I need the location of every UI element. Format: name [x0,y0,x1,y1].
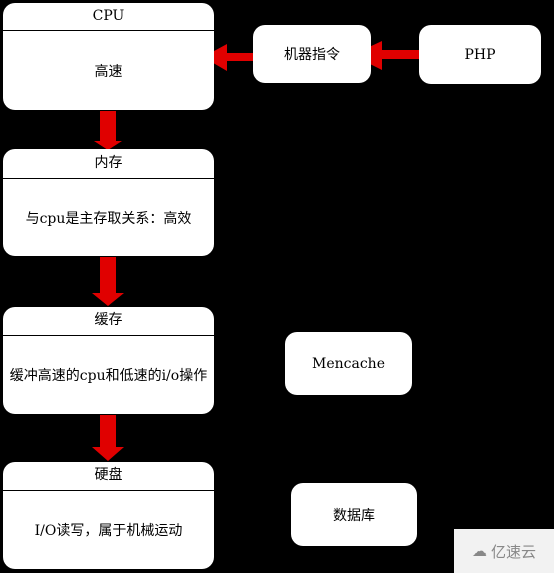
cpu-title: CPU [3,3,214,31]
disk-title: 硬盘 [3,462,214,491]
cache-title: 缓存 [3,307,214,336]
watermark-text: 亿速云 [490,542,536,561]
cpu-desc: 高速 [94,63,123,80]
cache-box: 缓存 缓冲高速的cpu和低速的i/o操作 [3,307,214,414]
memcache-box: Mencache [285,332,412,395]
memory-title: 内存 [3,149,214,179]
memory-desc: 与cpu是主存取关系：高效 [25,210,192,227]
arrow-memory-to-cache [92,257,124,306]
machine-code-box: 机器指令 [253,25,371,83]
cloud-logo-icon: ☁ [471,542,487,560]
cache-desc: 缓冲高速的cpu和低速的i/o操作 [9,368,208,384]
php-box: PHP [419,25,541,84]
disk-desc: I/O读写，属于机械运动 [34,523,183,539]
memory-box: 内存 与cpu是主存取关系：高效 [3,149,214,256]
watermark: ☁ 亿速云 [454,529,554,573]
cpu-box: CPU 高速 [3,3,214,110]
arrow-cpu-to-memory [94,111,122,150]
disk-box: 硬盘 I/O读写，属于机械运动 [3,462,214,569]
arrow-cache-to-disk [92,415,124,461]
database-box: 数据库 [291,483,417,546]
